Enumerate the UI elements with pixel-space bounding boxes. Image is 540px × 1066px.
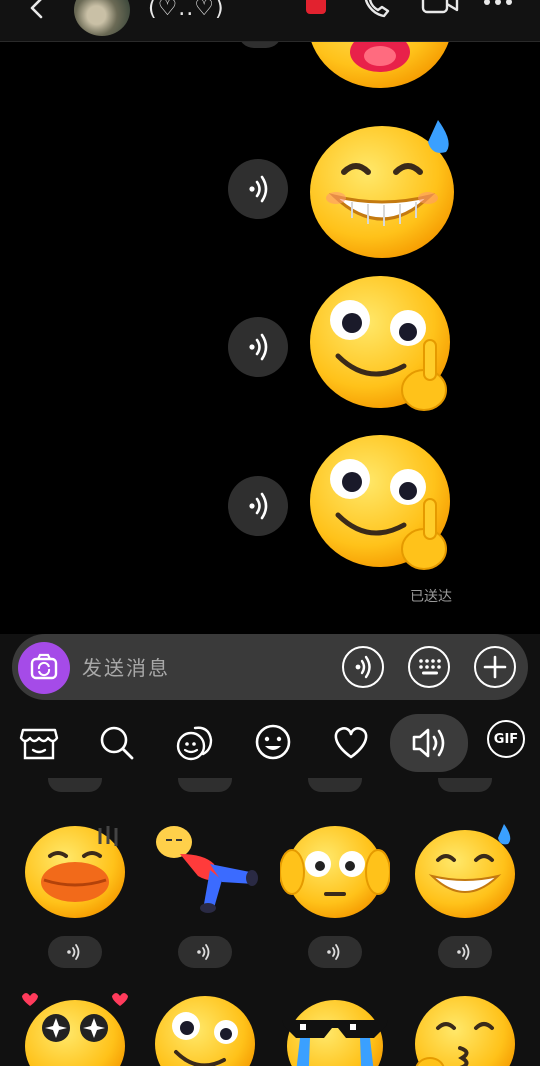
plus-button[interactable] (474, 646, 516, 688)
sound-icon (412, 728, 445, 758)
gif-tab[interactable]: GIF (487, 720, 531, 764)
voice-icon (197, 944, 210, 960)
voice-icon (457, 944, 470, 960)
camera-button[interactable] (18, 642, 70, 694)
delivered-status: 已送达 (410, 589, 452, 605)
ears-covered-emoji[interactable] (280, 820, 390, 920)
search-icon[interactable] (95, 720, 139, 764)
emoji-tab-bar: GIF (0, 700, 540, 788)
chat-header: (♡..♡) (0, 0, 540, 42)
sticker-panel[interactable] (0, 778, 540, 1066)
keyboard-button[interactable] (408, 646, 450, 688)
voice-pill[interactable] (308, 778, 362, 792)
voice-pill[interactable] (308, 936, 362, 968)
sound-tab[interactable] (390, 714, 468, 772)
kissing-emoji[interactable] (300, 42, 460, 90)
avatar[interactable] (74, 0, 130, 36)
voice-button[interactable] (238, 42, 282, 48)
chevron-left-icon[interactable] (22, 0, 52, 26)
voice-icon (355, 655, 371, 679)
heart-icon[interactable] (329, 720, 373, 764)
voice-icon (249, 175, 268, 203)
voice-pill[interactable] (178, 936, 232, 968)
emoji-icon[interactable] (251, 720, 295, 764)
voice-icon (67, 944, 80, 960)
thinking-smile-emoji[interactable] (304, 429, 464, 579)
voice-button[interactable] (228, 317, 288, 377)
chat-area[interactable]: 已送达 (0, 42, 540, 634)
keyboard-icon (419, 659, 441, 675)
gif-icon: GIF (487, 720, 525, 758)
voice-message-button[interactable] (342, 646, 384, 688)
voice-pill[interactable] (178, 778, 232, 792)
voice-icon (327, 944, 340, 960)
more-icon[interactable] (480, 0, 520, 28)
sunglasses-crying-emoji[interactable] (280, 990, 390, 1066)
plus-icon (483, 655, 507, 679)
chat-message (228, 270, 468, 420)
voice-pill[interactable] (48, 936, 102, 968)
sweat-grin-emoji[interactable] (410, 820, 520, 920)
message-input-bar (12, 634, 528, 700)
voice-pill[interactable] (438, 778, 492, 792)
camera-icon (30, 653, 58, 680)
phone-badge-icon[interactable] (298, 0, 338, 28)
thinking-smile-emoji[interactable] (150, 990, 260, 1066)
chat-title[interactable]: (♡..♡) (148, 0, 225, 21)
voice-button[interactable] (228, 476, 288, 536)
fallen-person-emoji[interactable] (150, 820, 260, 920)
voice-pill[interactable] (438, 936, 492, 968)
kissing-emoji[interactable] (410, 990, 520, 1066)
voice-icon (249, 333, 268, 361)
voice-pill[interactable] (48, 778, 102, 792)
thinking-smile-emoji[interactable] (304, 270, 464, 420)
chat-message (228, 112, 468, 262)
duck-mouth-emoji[interactable] (20, 820, 130, 920)
voice-button[interactable] (228, 159, 288, 219)
camera-sticker-icon[interactable] (173, 720, 217, 764)
chat-message (228, 429, 468, 579)
message-input[interactable] (82, 652, 322, 684)
starry-eyes-emoji[interactable] (20, 990, 130, 1066)
voice-icon (249, 492, 268, 520)
sticker-store-icon[interactable] (17, 720, 61, 764)
video-icon[interactable] (420, 0, 460, 28)
sweat-grin-emoji[interactable] (304, 112, 464, 262)
call-icon[interactable] (358, 0, 398, 28)
